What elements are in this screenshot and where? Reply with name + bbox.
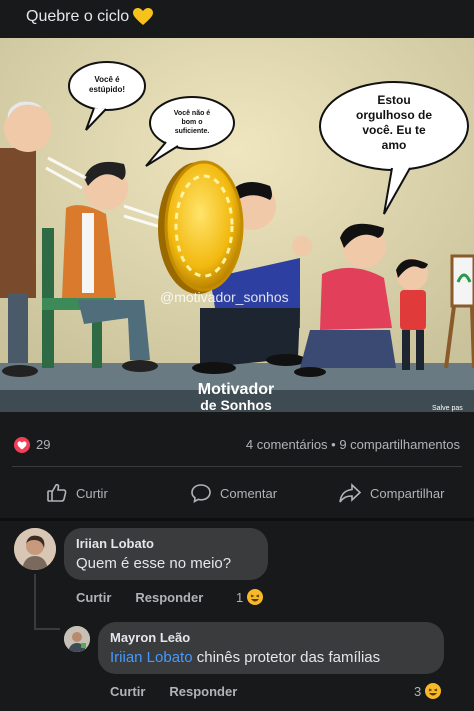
comment-text-body: chinês protetor das famílias — [192, 649, 381, 666]
comment-author[interactable]: Iriian Lobato — [76, 536, 256, 551]
post-image[interactable]: Você é estúpido! Você não é bom o sufici… — [0, 38, 474, 412]
comment-text: Iriian Lobato chinês protetor das famíli… — [110, 649, 432, 666]
love-reaction-icon — [14, 437, 30, 453]
share-label: Compartilhar — [370, 485, 445, 501]
post-caption: Quebre o ciclo — [26, 8, 154, 26]
comment-bubble-icon — [191, 484, 211, 503]
svg-text:bom o: bom o — [182, 119, 203, 126]
logo-line-1: Motivador — [198, 381, 274, 398]
comment-reaction-count: 1 — [236, 589, 244, 605]
share-arrow-icon — [339, 483, 362, 503]
section-separator — [0, 518, 474, 521]
comment-text: Quem é esse no meio? — [76, 555, 232, 572]
haha-reaction-icon — [246, 588, 265, 606]
comment-actions: Curtir Responder — [76, 590, 203, 605]
svg-text:Estou: Estou — [377, 93, 410, 107]
share-button[interactable]: Compartilhar — [338, 482, 444, 504]
svg-text:Você não é: Você não é — [174, 110, 211, 117]
thread-line — [34, 574, 36, 630]
avatar[interactable] — [64, 626, 90, 652]
svg-text:orgulhoso de: orgulhoso de — [356, 108, 432, 122]
divider — [12, 466, 462, 467]
comment-like-button[interactable]: Curtir — [76, 590, 111, 605]
svg-text:você. Eu te: você. Eu te — [362, 123, 426, 137]
post-actions: Curtir Comentar Compartilhar — [0, 478, 474, 510]
haha-reaction-icon — [424, 682, 443, 700]
comment-reactions[interactable]: 3 — [414, 682, 443, 700]
post-stats: 29 4 comentários • 9 compartilhamentos — [0, 434, 474, 456]
thread-connector — [34, 628, 60, 630]
comment-like-button[interactable]: Curtir — [110, 684, 145, 699]
comment-bubble[interactable]: Iriian Lobato Quem é esse no meio? — [64, 528, 268, 580]
like-label: Curtir — [76, 485, 108, 501]
coin-shield — [158, 160, 244, 294]
comment-reactions[interactable]: 1 — [236, 588, 265, 606]
bubble-1-text: Você é — [94, 75, 120, 84]
image-watermark: @motivador_sonhos — [160, 289, 289, 305]
avatar[interactable] — [14, 528, 56, 570]
comment-reply-button[interactable]: Responder — [169, 684, 237, 699]
comment-reply-button[interactable]: Responder — [135, 590, 203, 605]
like-button[interactable]: Curtir — [46, 482, 108, 504]
user-mention-link[interactable]: Iriian Lobato — [110, 649, 193, 666]
svg-text:amo: amo — [382, 138, 407, 152]
logo-line-2: de Sonhos — [200, 397, 272, 412]
reaction-count[interactable]: 29 — [36, 437, 50, 452]
comment-reaction-count: 3 — [414, 683, 422, 699]
image-corner-text: Salve pas — [432, 405, 463, 412]
comment-bubble[interactable]: Mayron Leão Iriian Lobato chinês proteto… — [98, 622, 444, 674]
svg-text:estúpido!: estúpido! — [89, 85, 125, 94]
yellow-heart-icon — [133, 8, 154, 25]
thumbs-up-icon — [47, 483, 67, 502]
comment-button[interactable]: Comentar — [190, 482, 277, 504]
comment-author[interactable]: Mayron Leão — [110, 630, 432, 645]
post-caption-text: Quebre o ciclo — [26, 8, 130, 25]
svg-text:suficiente.: suficiente. — [175, 128, 210, 135]
comment-label: Comentar — [220, 485, 278, 501]
comment-actions: Curtir Responder — [110, 684, 237, 699]
comments-shares-count[interactable]: 4 comentários • 9 compartilhamentos — [246, 437, 460, 452]
